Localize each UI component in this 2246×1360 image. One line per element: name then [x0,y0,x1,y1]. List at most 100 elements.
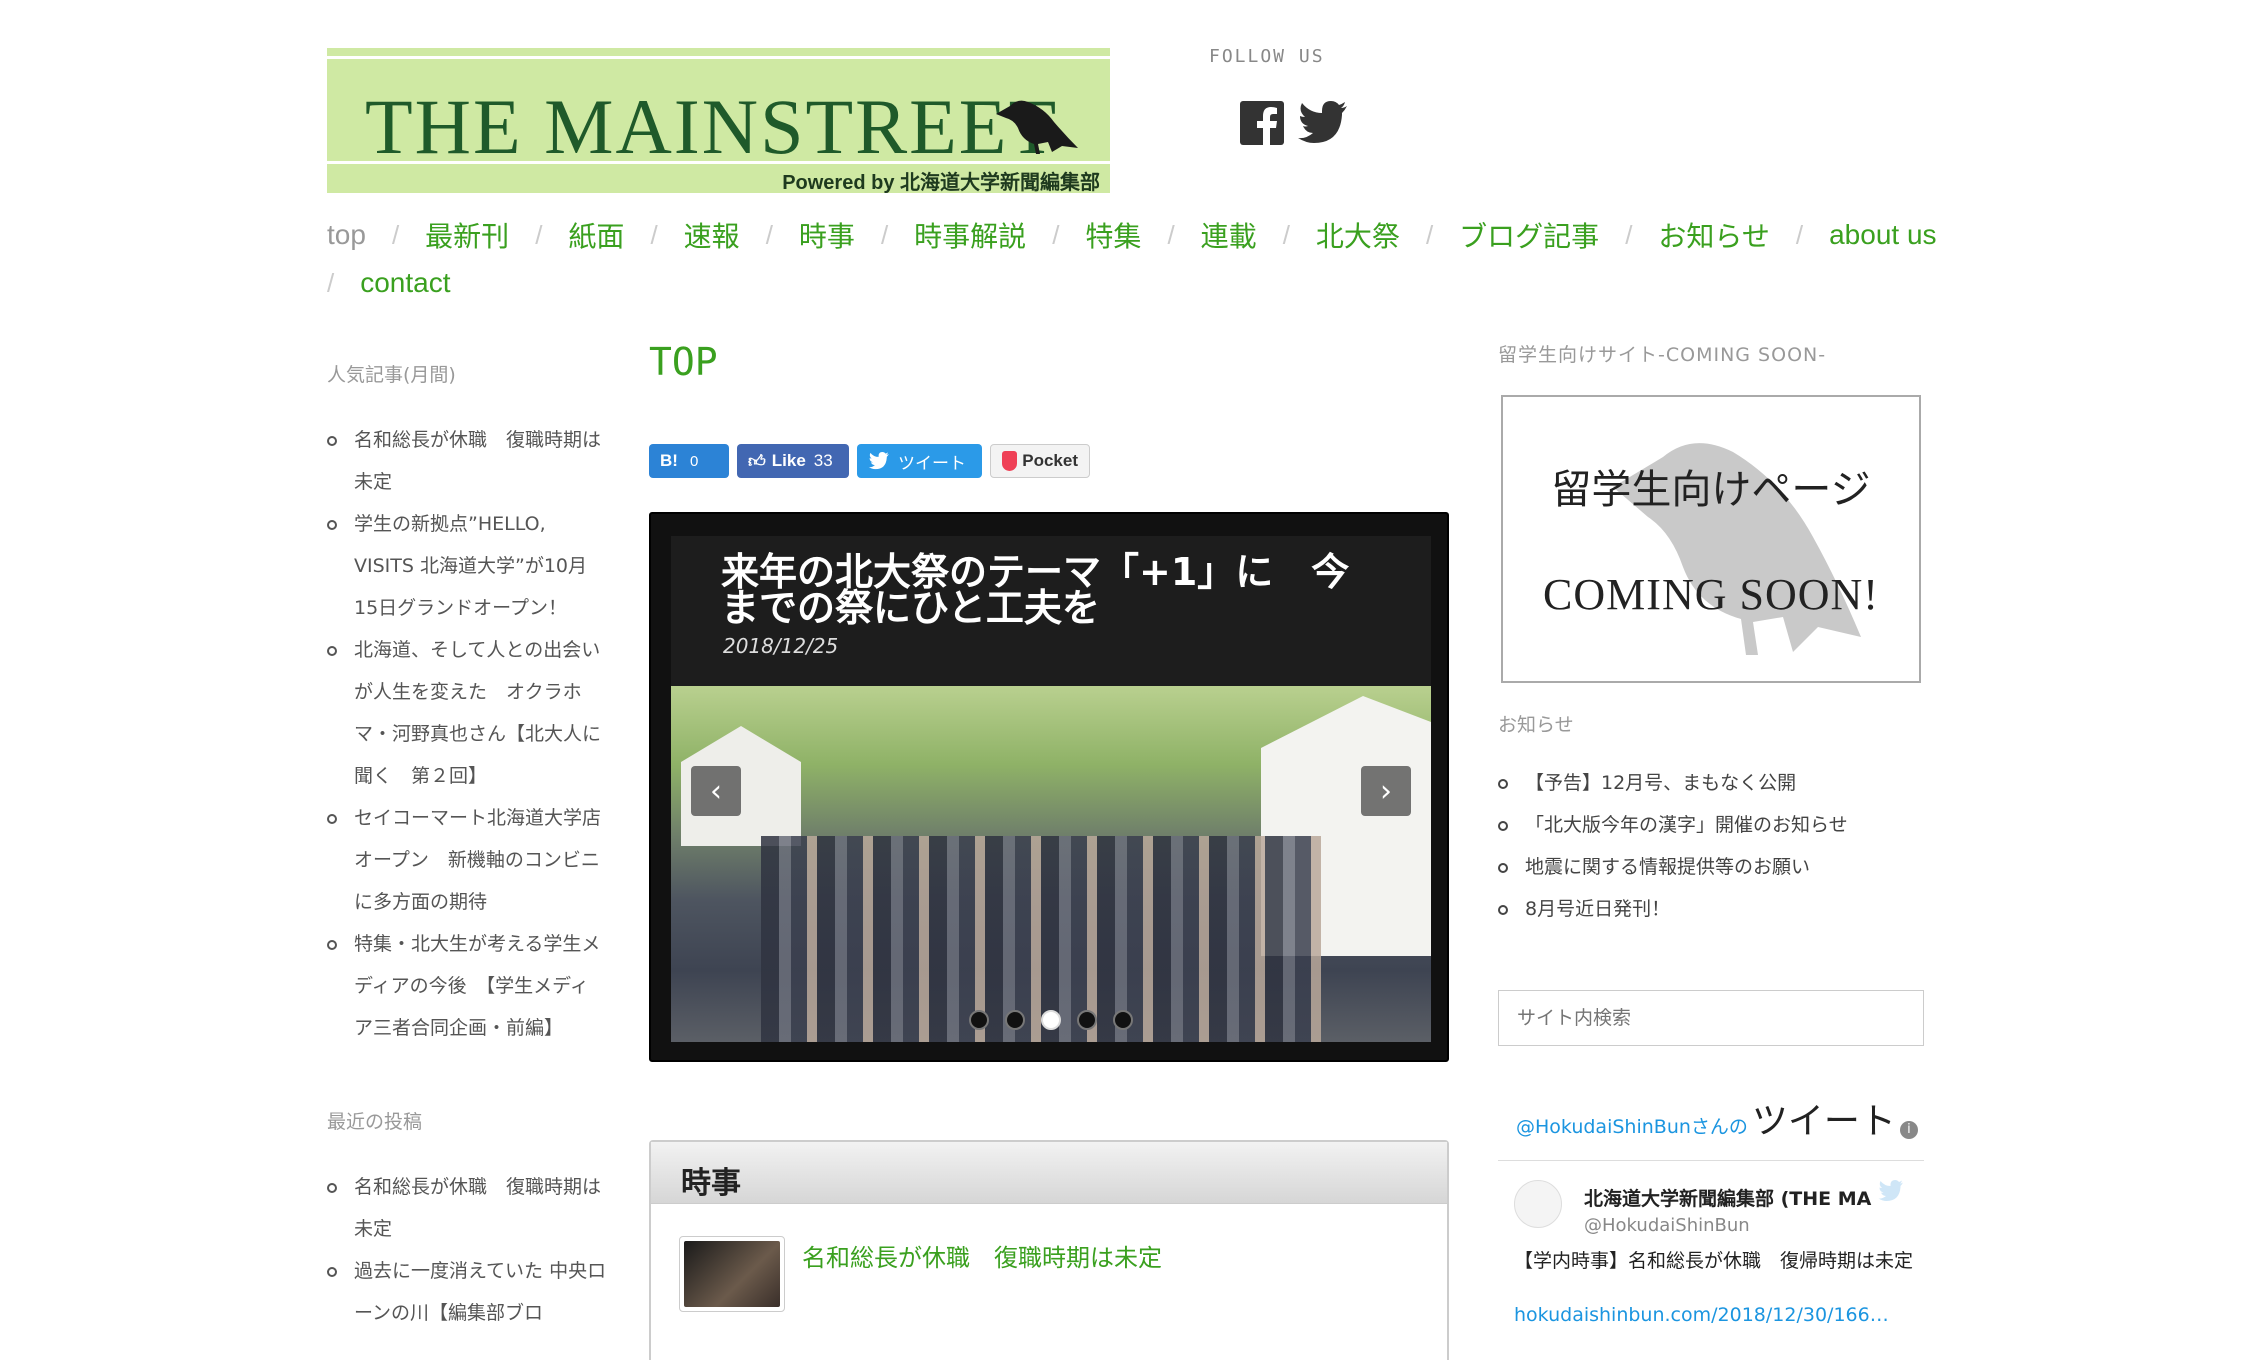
tweet-button[interactable]: ツイート [857,444,982,478]
nav-separator: / [1282,219,1290,250]
nav-separator: / [391,219,400,250]
slider-dot[interactable] [1041,1010,1061,1030]
tweet-label: ツイート [898,453,966,473]
chevron-left-icon: ‹ [710,773,722,809]
slider-dots [671,1010,1431,1030]
nav-item-about[interactable]: about us [1829,219,1936,251]
crow-logo-icon [996,100,1078,154]
list-item[interactable]: 過去に一度消えていた 中央ローンの川【編集部ブロ [327,1250,607,1334]
nav-separator: / [327,267,335,298]
intl-site-title: 留学生向けサイト-COMING SOON- [1498,344,1827,366]
like-count: 33 [813,451,833,470]
logo-title: THE MAINSTREET [365,83,1059,170]
slide[interactable]: 来年の北大祭のテーマ「+1」に 今までの祭にひと工夫を 2018/12/25 ‹… [671,536,1431,1042]
divider [1498,1160,1924,1161]
pocket-icon [1002,451,1018,471]
featured-slider[interactable]: 来年の北大祭のテーマ「+1」に 今までの祭にひと工夫を 2018/12/25 ‹… [649,512,1449,1062]
hatena-count: 0 [689,452,699,470]
site-logo[interactable]: THE MAINSTREET Powered by 北海道大学新聞編集部 [327,46,1110,194]
twitter-tweets-label: ツイート [1751,1101,1896,1142]
recent-posts-list: 名和総長が休職 復職時期は未定 過去に一度消えていた 中央ローンの川【編集部ブロ [327,1166,607,1334]
site-search-input[interactable] [1498,990,1924,1046]
nav-separator: / [880,219,889,250]
nav-separator: / [1795,219,1804,250]
popular-posts-list: 名和総長が休職 復職時期は未定 学生の新拠点”HELLO, VISITS 北海道… [327,419,620,1049]
tweet-author-name[interactable]: 北海道大学新聞編集部 (THE MA [1584,1184,1871,1211]
logo-powered-by: Powered by 北海道大学新聞編集部 [782,172,1100,194]
tweet-text: 【学内時事】名和総長が休職 復帰時期は未定 [1514,1250,1914,1272]
nav-item-top[interactable]: top [327,219,366,251]
twitter-timeline: @HokudaiShinBun さんの ツイート i 北海道大学新聞編集部 (T… [1498,1080,1924,1360]
notices-list: 【予告】12月号、まもなく公開 「北大版今年の漢字」開催のお知らせ 地震に関する… [1498,762,1848,930]
list-item[interactable]: 特集・北大生が考える学生メディアの今後 【学生メディア三者合同企画・前編】 [327,923,607,1049]
popular-posts-title: 人気記事(月間) [327,364,456,386]
panel-heading: 時事 [681,1166,741,1201]
nav-item-festival[interactable]: 北大祭 [1316,215,1400,255]
twitter-san-label: さんの [1690,1116,1748,1138]
nav-item-news[interactable]: お知らせ [1658,215,1769,255]
notices-title: お知らせ [1498,714,1574,736]
twitter-bird-icon[interactable] [1878,1180,1904,1202]
chevron-right-icon: › [1380,773,1392,809]
nav-item-breaking[interactable]: 速報 [684,215,740,255]
slider-dot[interactable] [1077,1010,1097,1030]
slider-dot[interactable] [1005,1010,1025,1030]
article-link[interactable]: 名和総長が休職 復職時期は未定 [802,1238,1162,1273]
nav-item-contact[interactable]: contact [360,267,450,299]
main-content: TOP B! 0 👍︎ Like 33 ツイート Pocket 来年の北大祭のテ… [649,340,1449,1360]
current-affairs-panel: 時事 名和総長が休職 復職時期は未定 [649,1140,1449,1360]
facebook-like-button[interactable]: 👍︎ Like 33 [737,444,849,478]
slider-dot[interactable] [1113,1010,1133,1030]
list-item[interactable]: 8月号近日発刊！ [1498,888,1848,930]
right-sidebar: 留学生向けサイト-COMING SOON- 留学生向けページ COMING SO… [1498,340,1928,1326]
twitter-handle-link[interactable]: @HokudaiShinBun [1516,1116,1691,1138]
hatena-bookmark-button[interactable]: B! 0 [649,444,729,478]
list-item[interactable]: 学生の新拠点”HELLO, VISITS 北海道大学”が10月15日グランドオー… [327,503,607,629]
pocket-button[interactable]: Pocket [990,444,1090,478]
nav-separator: / [1052,219,1060,250]
nav-item-series[interactable]: 連載 [1201,215,1257,255]
nav-item-commentary[interactable]: 時事解説 [914,215,1026,255]
banner-line-2: COMING SOON! [1543,570,1879,619]
thumbs-up-icon: 👍︎ [748,451,766,471]
nav-separator: / [650,219,658,250]
pocket-label: Pocket [1022,451,1078,470]
nav-separator: / [1625,219,1633,250]
follow-us-label: FOLLOW US [1209,46,1325,67]
logo-rule-top [327,56,1110,59]
panel-header: 時事 [651,1142,1447,1204]
slider-next-button[interactable]: › [1361,766,1411,816]
nav-separator: / [765,219,773,250]
twitter-icon[interactable] [1298,101,1348,145]
nav-item-blog[interactable]: ブログ記事 [1459,215,1599,255]
slider-dot[interactable] [969,1010,989,1030]
info-icon[interactable]: i [1899,1121,1918,1139]
left-sidebar: 人気記事(月間) 名和総長が休職 復職時期は未定 学生の新拠点”HELLO, V… [327,360,620,1334]
list-item[interactable]: 「北大版今年の漢字」開催のお知らせ [1498,804,1848,846]
hatena-mark: B! [660,451,678,470]
avatar[interactable] [1514,1180,1562,1228]
tweet-author-handle[interactable]: @HokudaiShinBun [1584,1215,1750,1236]
list-item[interactable]: 名和総長が休職 復職時期は未定 [327,419,607,503]
share-buttons: B! 0 👍︎ Like 33 ツイート Pocket [649,444,1090,478]
article-thumbnail[interactable] [679,1236,785,1312]
page-title: TOP [649,340,718,384]
slide-date: 2018/12/25 [723,634,839,658]
twitter-timeline-header: @HokudaiShinBun さんの ツイート i [1516,1092,1918,1144]
intl-coming-soon-banner[interactable]: 留学生向けページ COMING SOON! [1501,395,1921,683]
nav-item-features[interactable]: 特集 [1085,215,1141,255]
list-item[interactable]: 地震に関する情報提供等のお願い [1498,846,1848,888]
list-item[interactable]: 【予告】12月号、まもなく公開 [1498,762,1848,804]
tweet-link[interactable]: hokudaishinbun.com/2018/12/30/166… [1514,1304,1889,1326]
list-item[interactable]: セイコーマート北海道大学店 オープン 新機軸のコンビニに多方面の期待 [327,797,620,923]
nav-item-current-affairs[interactable]: 時事 [799,215,855,255]
like-label: Like [771,451,806,470]
list-item[interactable]: 北海道、そして人との出会いが人生を変えた オクラホマ・河野真也さん【北大人に聞く… [327,629,607,797]
nav-separator: / [1167,219,1175,250]
slide-title[interactable]: 来年の北大祭のテーマ「+1」に 今までの祭にひと工夫を [721,553,1381,627]
list-item[interactable]: 名和総長が休職 復職時期は未定 [327,1166,607,1250]
facebook-icon[interactable] [1240,101,1284,145]
slider-prev-button[interactable]: ‹ [691,766,741,816]
nav-item-paper[interactable]: 紙面 [568,215,624,255]
nav-item-latest-issue[interactable]: 最新刊 [425,215,509,255]
